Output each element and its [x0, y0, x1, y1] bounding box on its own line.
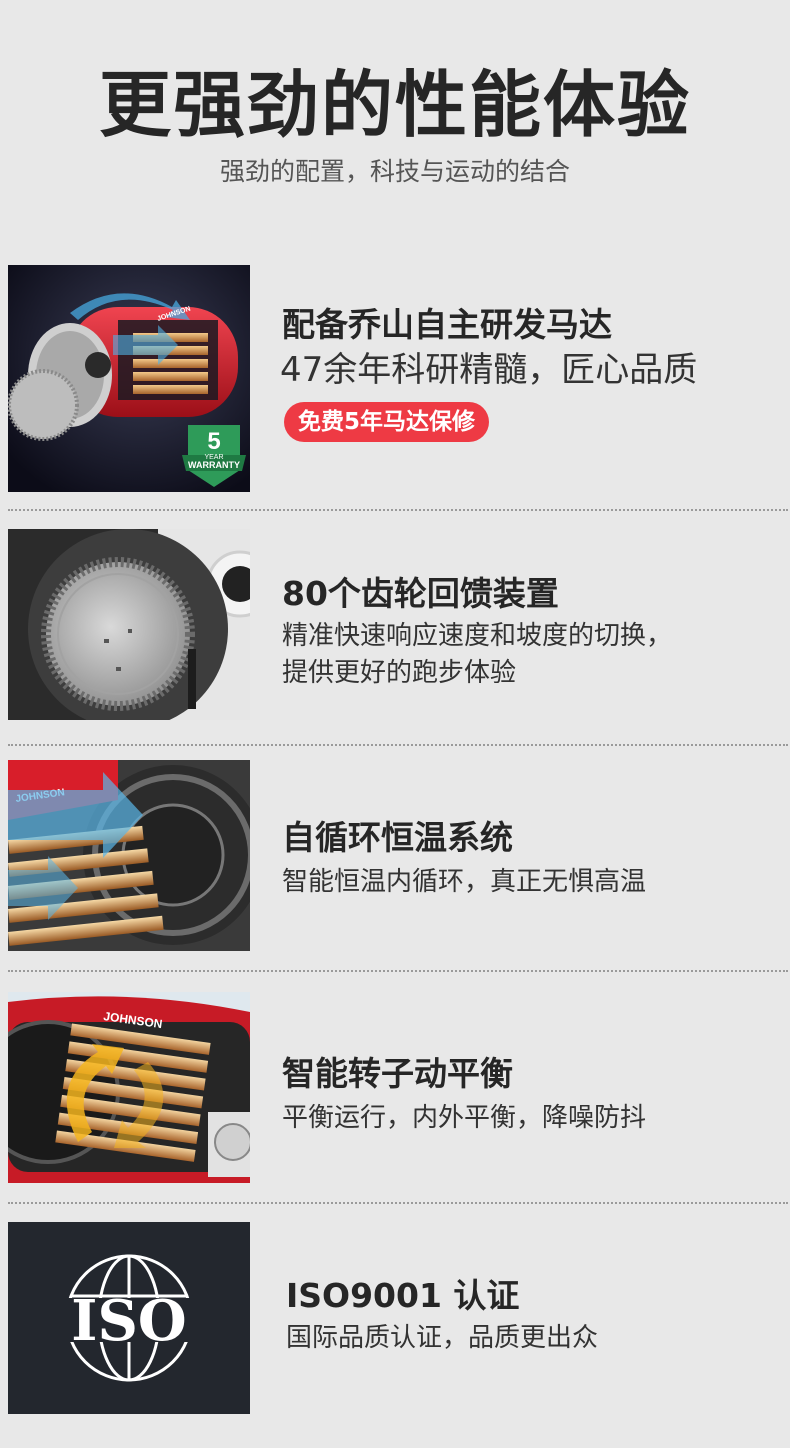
divider — [8, 1202, 788, 1204]
warranty-badge: 免费5年马达保修 — [284, 402, 490, 442]
page-subtitle: 强劲的配置，科技与运动的结合 — [219, 157, 570, 186]
feature-desc: 智能恒温内循环，真正无惧高温 — [282, 867, 647, 897]
feature-desc-line-2: 提供更好的跑步体验 — [282, 658, 517, 688]
feature-desc: 国际品质认证，品质更出众 — [286, 1323, 599, 1353]
divider — [8, 744, 788, 746]
divider — [8, 970, 788, 972]
warranty-label: WARRANTY — [188, 460, 240, 470]
motor-image: 5 YEAR WARRANTY JOHNSON — [8, 265, 250, 492]
feature-desc-line-1: 精准快速响应速度和坡度的切换， — [282, 621, 673, 651]
feature-desc: 平衡运行，内外平衡，降噪防抖 — [282, 1103, 647, 1133]
iso-logo-text: ISO — [71, 1288, 186, 1354]
rotor-image: JOHNSON — [8, 992, 250, 1183]
warranty-years: 5 — [207, 428, 220, 455]
feature-title: 智能转子动平衡 — [282, 1054, 513, 1093]
cooling-image: JOHNSON — [8, 760, 250, 951]
feature-title: ISO9001 认证 — [286, 1276, 520, 1315]
feature-title: 80个齿轮回馈装置 — [282, 574, 559, 613]
gear-image — [8, 529, 250, 720]
page-title: 更强劲的性能体验 — [98, 63, 691, 147]
feature-title: 配备乔山自主研发马达 — [282, 305, 612, 344]
divider — [8, 509, 788, 511]
iso-logo-image: ISO — [8, 1222, 250, 1414]
feature-title: 自循环恒温系统 — [282, 818, 513, 857]
feature-desc: 47余年科研精髓，匠心品质 — [280, 350, 698, 390]
